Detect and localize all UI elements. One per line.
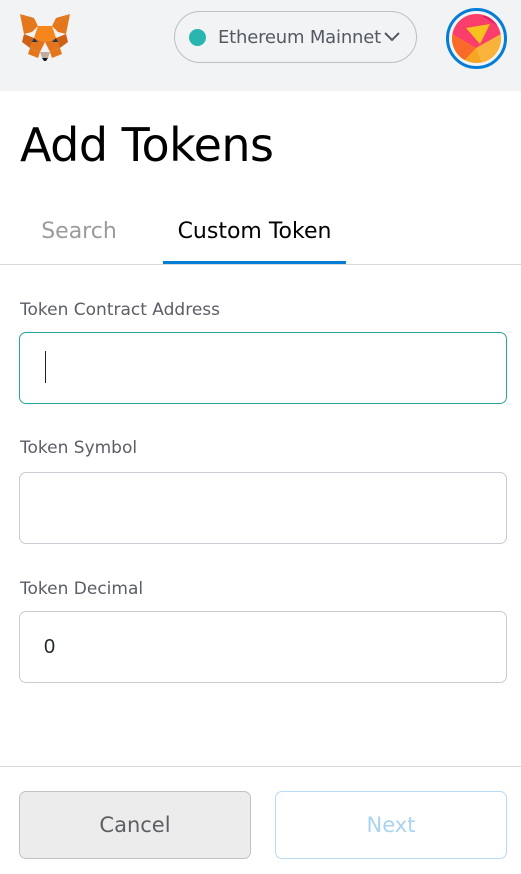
account-identicon [452,14,501,63]
network-label: Ethereum Mainnet [218,26,381,48]
token-contract-address-input[interactable] [19,332,507,404]
tab-custom-token[interactable]: Custom Token [163,212,346,264]
token-decimal-input[interactable] [19,611,507,683]
chevron-down-icon [384,32,400,42]
network-selector[interactable]: Ethereum Mainnet [174,11,417,63]
text-caret [45,351,46,383]
tab-search[interactable]: Search [20,212,138,264]
page-title: Add Tokens [20,118,274,172]
account-avatar[interactable] [446,8,507,69]
app-header: Ethereum Mainnet [0,0,521,91]
tab-bar: Search Custom Token [0,212,521,265]
next-button[interactable]: Next [275,791,507,859]
token-symbol-label: Token Symbol [20,438,138,458]
token-contract-address-label: Token Contract Address [20,300,221,320]
footer-divider [0,766,521,767]
network-status-dot [189,28,206,46]
token-symbol-input[interactable] [19,472,507,544]
cancel-button[interactable]: Cancel [19,791,251,859]
token-decimal-label: Token Decimal [20,579,144,599]
metamask-fox-icon[interactable] [18,12,72,62]
